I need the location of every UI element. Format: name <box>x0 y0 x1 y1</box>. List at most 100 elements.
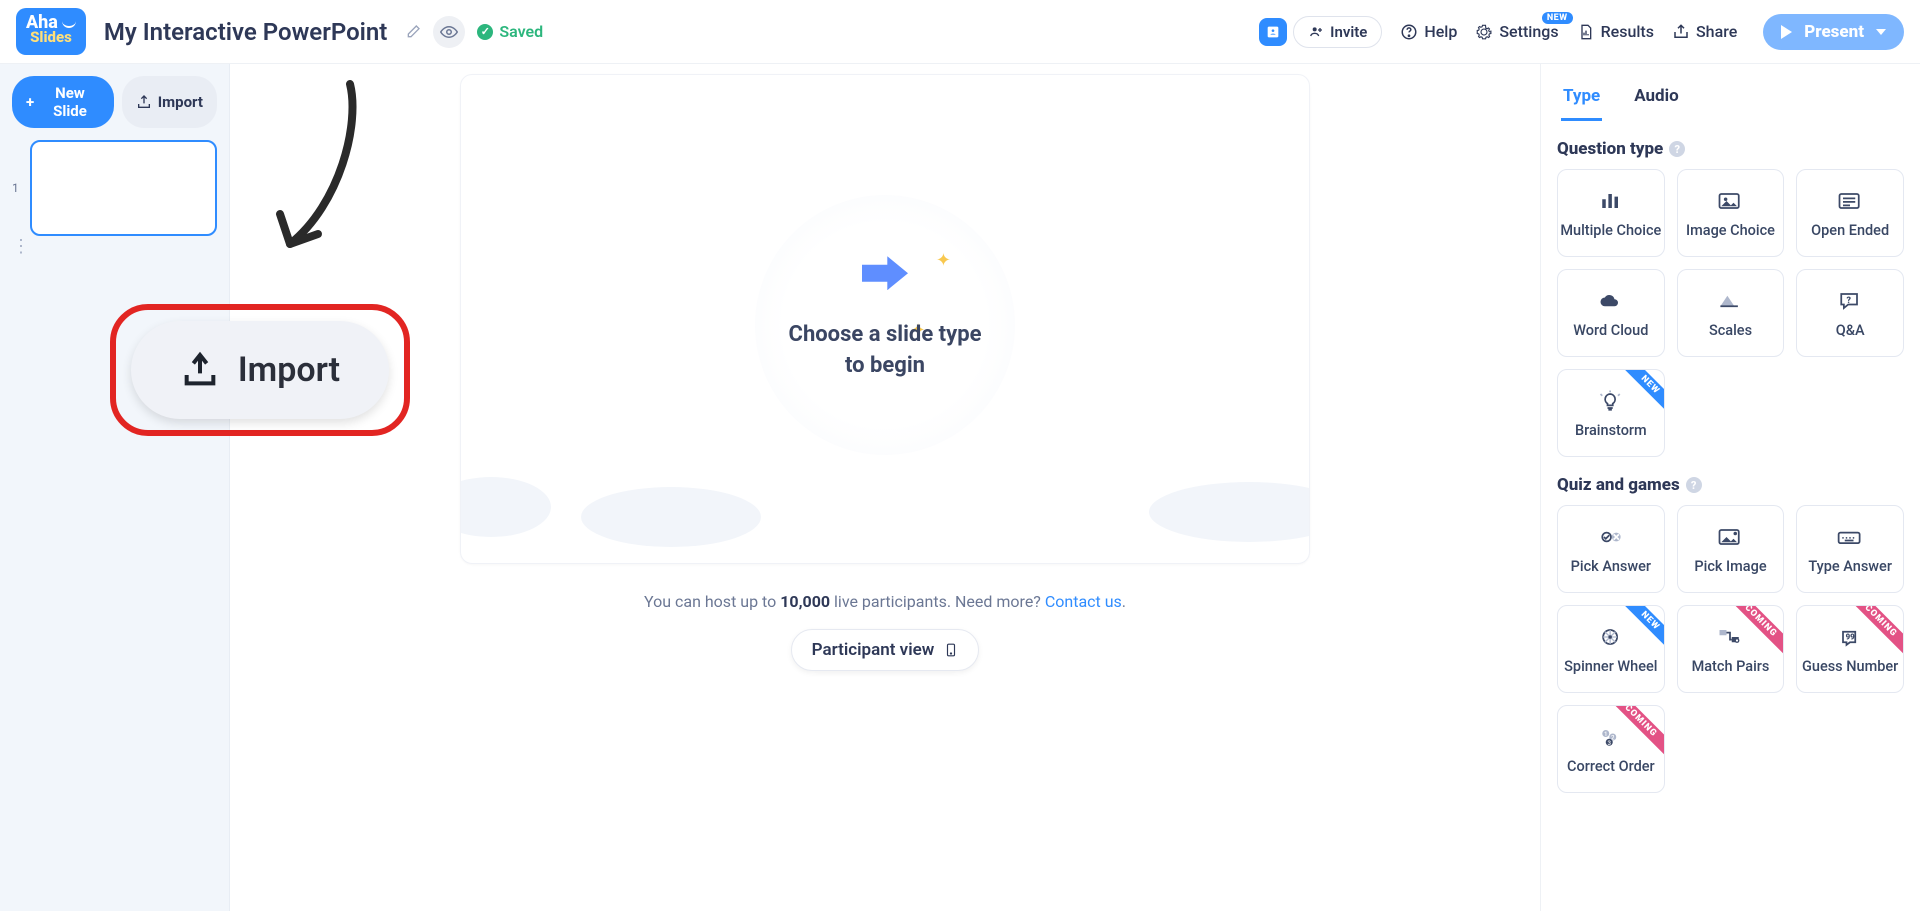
slide-number: 1 <box>12 181 22 195</box>
slide-more-icon[interactable]: ⋮ <box>12 242 30 251</box>
chevron-down-icon <box>1876 29 1886 35</box>
card-icon <box>1597 624 1625 650</box>
card-icon <box>1597 188 1625 214</box>
card-label: Correct Order <box>1567 758 1655 775</box>
card-icon <box>1716 188 1744 214</box>
slide-canvas: ✦ ✦ Choose a slide type to begin <box>460 74 1310 564</box>
upload-icon <box>136 94 152 110</box>
type-panel: Type Audio Question type ? Multiple Choi… <box>1540 64 1920 911</box>
question-type-card[interactable]: Multiple Choice <box>1557 169 1665 257</box>
svg-text:?: ? <box>1847 295 1852 305</box>
card-label: Image Choice <box>1686 222 1775 239</box>
question-type-card[interactable]: Scales <box>1677 269 1785 357</box>
import-callout: Import <box>110 304 410 436</box>
slide-item[interactable]: 1 <box>12 140 217 236</box>
card-label: Spinner Wheel <box>1564 658 1657 675</box>
card-icon <box>1716 624 1744 650</box>
card-icon <box>1597 388 1625 414</box>
settings-link[interactable]: Settings NEW <box>1475 22 1558 41</box>
help-icon[interactable]: ? <box>1686 477 1702 493</box>
card-label: Open Ended <box>1811 222 1889 239</box>
card-label: Guess Number <box>1802 658 1898 675</box>
question-type-card[interactable]: Open Ended <box>1796 169 1904 257</box>
quiz-card[interactable]: 123Correct OrderCOMING <box>1557 705 1665 793</box>
card-icon <box>1836 524 1864 550</box>
check-icon: ✓ <box>477 24 493 40</box>
card-label: Match Pairs <box>1692 658 1770 675</box>
quiz-card[interactable]: Pick Answer <box>1557 505 1665 593</box>
share-icon <box>1672 23 1690 41</box>
quiz-card[interactable]: Pick Image <box>1677 505 1785 593</box>
saved-status: ✓ Saved <box>477 22 543 41</box>
card-icon: 123 <box>1597 724 1625 750</box>
participant-view-button[interactable]: Participant view <box>791 629 980 671</box>
gear-icon <box>1475 23 1493 41</box>
card-label: Multiple Choice <box>1560 222 1661 239</box>
smile-icon <box>62 18 76 28</box>
card-label: Pick Image <box>1694 558 1766 575</box>
import-big-button[interactable]: Import <box>131 321 389 419</box>
mobile-icon <box>944 640 958 660</box>
section-question-type: Question type ? <box>1557 139 1904 159</box>
card-icon <box>1716 288 1744 314</box>
card-icon: ? <box>1836 288 1864 314</box>
new-slide-button[interactable]: + New Slide <box>12 76 114 128</box>
presentation-title[interactable]: My Interactive PowerPoint <box>104 18 387 46</box>
import-button[interactable]: Import <box>122 76 217 128</box>
preview-icon[interactable] <box>433 16 465 48</box>
header: Aha Slides My Interactive PowerPoint ✓ S… <box>0 0 1920 64</box>
quiz-card[interactable]: Spinner Wheel NEW <box>1557 605 1665 693</box>
question-type-card[interactable]: Image Choice <box>1677 169 1785 257</box>
question-type-card[interactable]: ? Q&A <box>1796 269 1904 357</box>
quiz-card[interactable]: Type Answer <box>1796 505 1904 593</box>
question-type-card[interactable]: Brainstorm NEW <box>1557 369 1665 457</box>
new-ribbon: NEW <box>1621 605 1665 651</box>
logo[interactable]: Aha Slides <box>16 8 86 55</box>
edit-title-icon[interactable] <box>397 16 429 48</box>
card-label: Pick Answer <box>1571 558 1651 575</box>
share-link[interactable]: Share <box>1672 22 1737 41</box>
slide-thumbnail[interactable] <box>30 140 217 236</box>
svg-text:1: 1 <box>1604 731 1607 738</box>
card-label: Q&A <box>1836 322 1865 339</box>
upload-icon <box>180 350 220 390</box>
quiz-card[interactable]: 99Guess NumberCOMING <box>1796 605 1904 693</box>
card-icon <box>1716 524 1744 550</box>
card-label: Scales <box>1709 322 1752 339</box>
present-button[interactable]: Present <box>1763 14 1904 50</box>
card-icon: 99 <box>1836 624 1864 650</box>
card-icon <box>1836 188 1864 214</box>
results-link[interactable]: Results <box>1577 22 1654 41</box>
help-link[interactable]: Help <box>1400 22 1457 41</box>
card-label: Word Cloud <box>1573 322 1648 339</box>
owner-avatar-icon[interactable] <box>1259 18 1287 46</box>
quiz-card[interactable]: Match PairsCOMING <box>1677 605 1785 693</box>
card-label: Brainstorm <box>1575 422 1647 439</box>
canvas-placeholder: Choose a slide type to begin <box>789 320 982 382</box>
new-ribbon: NEW <box>1621 369 1665 415</box>
help-icon[interactable]: ? <box>1669 141 1685 157</box>
participant-info: You can host up to 10,000 live participa… <box>644 592 1126 611</box>
question-type-card[interactable]: Word Cloud <box>1557 269 1665 357</box>
invite-button[interactable]: Invite <box>1293 16 1382 48</box>
svg-text:3: 3 <box>1607 739 1611 746</box>
annotation-arrow-icon <box>260 74 370 274</box>
invite-icon <box>1308 24 1324 40</box>
tab-type[interactable]: Type <box>1561 78 1602 121</box>
sparkle-icon: ✦ <box>936 250 951 271</box>
tab-audio[interactable]: Audio <box>1632 78 1681 121</box>
slide-rail: + New Slide Import 1 ⋮ <box>0 64 230 911</box>
plus-icon: + <box>26 93 34 111</box>
help-icon <box>1400 23 1418 41</box>
contact-us-link[interactable]: Contact us <box>1045 592 1122 611</box>
header-actions: Invite Help Settings NEW Results Share P… <box>1259 14 1904 50</box>
new-badge: NEW <box>1542 12 1573 24</box>
card-icon <box>1597 524 1625 550</box>
svg-text:99: 99 <box>1846 632 1856 641</box>
results-icon <box>1577 23 1595 41</box>
card-icon <box>1597 288 1625 314</box>
card-label: Type Answer <box>1808 558 1892 575</box>
play-icon <box>1781 25 1792 39</box>
section-quiz-games: Quiz and games ? <box>1557 475 1904 495</box>
main-area: Import ✦ ✦ Choose a slide type to begin … <box>230 64 1540 911</box>
